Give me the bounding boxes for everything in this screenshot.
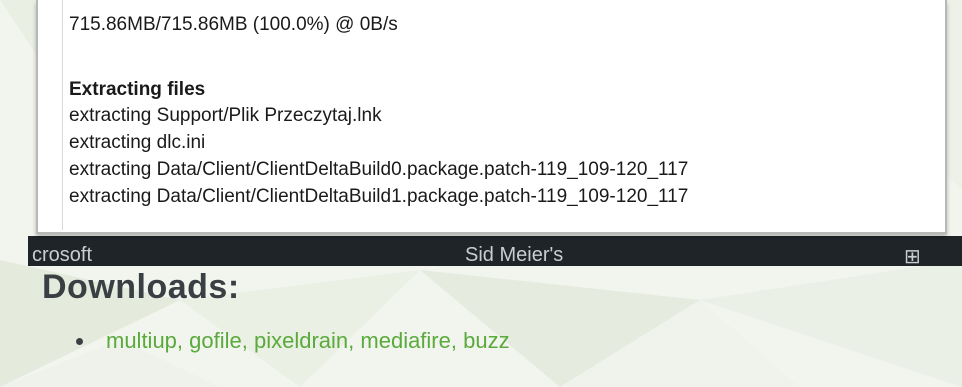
link-buzz[interactable]: buzz (463, 328, 509, 353)
link-multiup[interactable]: multiup (106, 328, 177, 353)
page: crosoft Sid Meier's ⊞ 715.86MB/715.86MB … (0, 0, 962, 387)
link-separator: , (348, 328, 361, 353)
background-text-left: crosoft (32, 244, 93, 266)
windows-icon: ⊞ (904, 246, 921, 266)
link-mediafire[interactable]: mediafire (360, 328, 450, 353)
link-separator: , (176, 328, 190, 353)
link-gofile[interactable]: gofile (189, 328, 242, 353)
extraction-log: Extracting files extracting Support/Plik… (69, 78, 688, 210)
download-progress-text: 715.86MB/715.86MB (100.0%) @ 0B/s (69, 14, 398, 35)
downloads-heading: Downloads: (42, 268, 240, 306)
log-line: extracting Data/Client/ClientDeltaBuild1… (69, 186, 689, 207)
background-text-middle: Sid Meier's (465, 244, 564, 266)
list-item: multiup, gofile, pixeldrain, mediafire, … (70, 328, 510, 354)
background-window-titles: crosoft Sid Meier's ⊞ (28, 236, 962, 266)
log-line: extracting Support/Plik Przeczytaj.lnk (69, 105, 382, 126)
log-panel[interactable]: 715.86MB/715.86MB (100.0%) @ 0B/s Extrac… (62, 0, 940, 230)
link-separator: , (241, 328, 254, 353)
log-line: extracting dlc.ini (69, 132, 206, 153)
installer-log-window: 715.86MB/715.86MB (100.0%) @ 0B/s Extrac… (36, 0, 947, 234)
bullet-icon (76, 338, 83, 345)
extracting-heading: Extracting files (69, 79, 206, 100)
link-pixeldrain[interactable]: pixeldrain (254, 328, 348, 353)
link-separator: , (450, 328, 464, 353)
download-links-list: multiup, gofile, pixeldrain, mediafire, … (70, 328, 510, 354)
log-line: extracting Data/Client/ClientDeltaBuild0… (69, 159, 689, 180)
